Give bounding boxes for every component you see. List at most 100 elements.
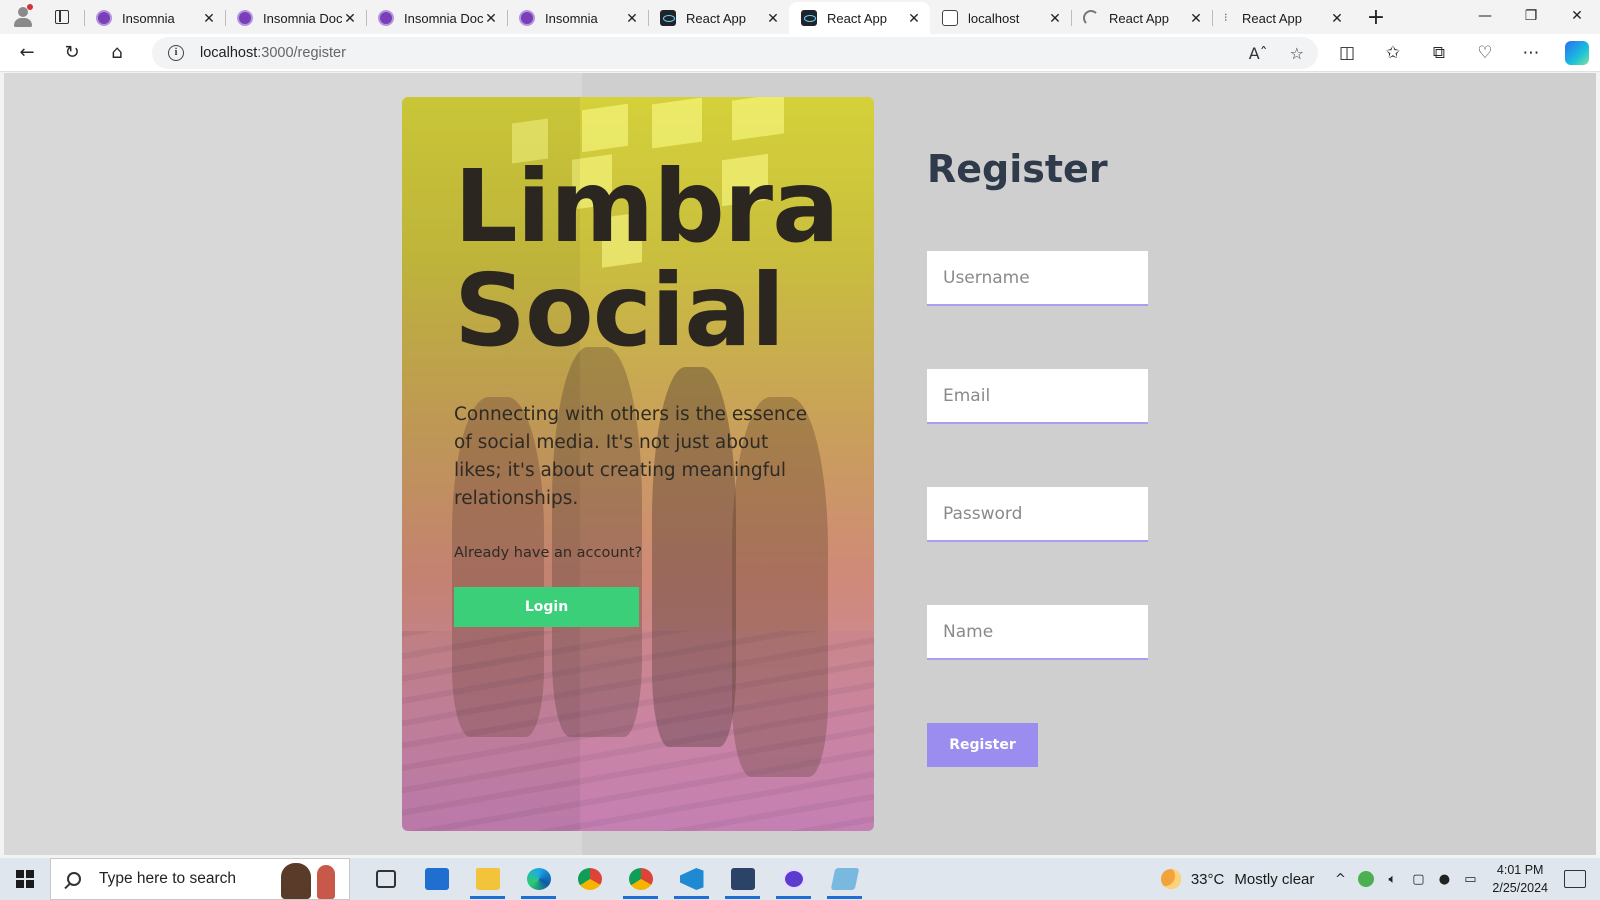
localhost-icon — [942, 10, 958, 26]
register-form: Register Username Email Password Name Re… — [927, 147, 1227, 767]
weather-condition: Mostly clear — [1234, 870, 1315, 888]
react-icon — [660, 10, 676, 26]
read-aloud-icon[interactable]: A͏ˆ — [1249, 44, 1268, 63]
chevron-up-icon[interactable]: ^ — [1332, 871, 1348, 887]
notepad-icon — [830, 868, 859, 890]
site-info-icon[interactable]: i — [168, 45, 184, 61]
search-highlight-image[interactable] — [281, 861, 341, 899]
tab-title: Insomnia — [545, 10, 598, 26]
windows-logo-icon — [16, 870, 34, 888]
taskbar-search-box[interactable]: Type here to search — [50, 858, 350, 900]
close-window-icon[interactable]: ✕ — [1554, 0, 1600, 32]
notifications-icon[interactable] — [1564, 870, 1586, 888]
tab-insomnia-2[interactable]: Insomnia ✕ — [507, 2, 648, 34]
address-bar[interactable]: i localhost:3000/register A͏ˆ ☆ — [152, 37, 1318, 69]
start-button[interactable] — [0, 858, 50, 900]
login-prompt: Already have an account? — [454, 545, 643, 561]
security-status-icon[interactable] — [1358, 871, 1375, 887]
close-tab-icon[interactable]: ✕ — [483, 10, 499, 27]
email-input[interactable]: Email — [927, 369, 1148, 424]
tab-title: localhost — [968, 10, 1020, 26]
favorite-star-icon[interactable]: ☆ — [1290, 44, 1304, 63]
more-menu-icon[interactable]: ⋯ — [1508, 34, 1554, 72]
url-text[interactable]: localhost:3000/register — [200, 45, 346, 61]
login-button[interactable]: Login — [454, 587, 639, 627]
edge-icon — [526, 868, 551, 890]
insomnia-app-button[interactable] — [768, 858, 819, 900]
vscode-button[interactable] — [666, 858, 717, 900]
terminal-icon — [730, 868, 755, 890]
meet-now-icon[interactable]: ▢ — [1410, 871, 1426, 887]
refresh-icon[interactable]: ↻ — [54, 38, 90, 68]
new-tab-icon[interactable]: + — [1361, 2, 1391, 32]
close-tab-icon[interactable]: ✕ — [624, 10, 640, 27]
mail-app-button[interactable] — [411, 858, 462, 900]
weather-moon-icon — [1160, 869, 1181, 889]
file-explorer-button[interactable] — [462, 858, 513, 900]
tab-insomnia-docs-2[interactable]: Insomnia Doc ✕ — [366, 2, 507, 34]
tab-insomnia-1[interactable]: Insomnia ✕ — [84, 2, 225, 34]
name-input[interactable]: Name — [927, 605, 1148, 660]
search-icon — [67, 872, 81, 886]
minimize-icon[interactable]: — — [1462, 0, 1508, 32]
tab-title: React App — [827, 10, 887, 26]
restore-icon[interactable]: ❐ — [1508, 0, 1554, 32]
clock-time: 4:01 PM — [1496, 863, 1544, 877]
hero-card: Limbra Social Connecting with others is … — [402, 97, 874, 831]
terminal-button[interactable] — [717, 858, 768, 900]
toolbar-right: ◫ ✩ ⧉ ♡ ⋯ — [1324, 34, 1600, 72]
tab-localhost[interactable]: localhost ✕ — [930, 2, 1071, 34]
notepad-button[interactable] — [819, 858, 870, 900]
chrome-profile-button[interactable] — [615, 858, 666, 900]
edge-button[interactable] — [513, 858, 564, 900]
hero-photo-detail — [582, 103, 628, 153]
register-button[interactable]: Register — [927, 723, 1038, 767]
chrome-button[interactable] — [564, 858, 615, 900]
task-view-button[interactable] — [360, 858, 411, 900]
tab-react-app-loading-2[interactable]: ⁝ React App ✕ — [1212, 2, 1353, 34]
tab-title: Insomnia — [122, 10, 175, 26]
username-input[interactable]: Username — [927, 251, 1148, 306]
task-view-icon — [375, 870, 396, 888]
collections-icon[interactable]: ⧉ — [1416, 34, 1462, 72]
taskbar-clock[interactable]: 4:01 PM 2/25/2024 — [1492, 861, 1548, 897]
close-tab-icon[interactable]: ✕ — [906, 10, 922, 27]
copilot-icon[interactable] — [1565, 41, 1589, 65]
close-tab-icon[interactable]: ✕ — [201, 10, 217, 27]
tab-strip: Insomnia ✕ Insomnia Doc ✕ Insomnia Doc ✕… — [0, 0, 1600, 34]
hero-title-line: Social — [454, 252, 785, 369]
favorites-icon[interactable]: ✩ — [1370, 34, 1416, 72]
profile-avatar-icon[interactable] — [8, 2, 38, 32]
close-tab-icon[interactable]: ✕ — [1188, 10, 1204, 27]
close-tab-icon[interactable]: ✕ — [342, 10, 358, 27]
close-tab-icon[interactable]: ✕ — [1329, 10, 1345, 27]
insomnia-icon — [519, 10, 535, 26]
page-viewport: Limbra Social Connecting with others is … — [4, 73, 1596, 855]
battery-icon[interactable]: ▭ — [1462, 871, 1478, 887]
home-icon[interactable]: ⌂ — [99, 38, 135, 68]
browser-essentials-icon[interactable]: ♡ — [1462, 34, 1508, 72]
tab-actions-menu-icon[interactable] — [48, 3, 76, 31]
close-tab-icon[interactable]: ✕ — [765, 10, 781, 27]
tab-react-app-loading[interactable]: React App ✕ — [1071, 2, 1212, 34]
insomnia-icon — [237, 10, 253, 26]
back-arrow-icon[interactable]: ← — [9, 38, 45, 68]
insomnia-icon — [378, 10, 394, 26]
hero-photo-detail — [652, 97, 702, 149]
window-controls: — ❐ ✕ — [1462, 0, 1600, 32]
mail-icon — [424, 868, 449, 890]
form-fields: Username Email Password Name — [927, 251, 1227, 660]
volume-icon[interactable]: 🔈︎ — [1384, 871, 1400, 887]
password-input[interactable]: Password — [927, 487, 1148, 542]
tab-react-app-active[interactable]: React App ✕ — [789, 2, 930, 34]
microphone-icon[interactable]: ● — [1436, 871, 1452, 887]
loading-icon — [1083, 10, 1099, 26]
close-tab-icon[interactable]: ✕ — [1047, 10, 1063, 27]
tab-insomnia-docs-1[interactable]: Insomnia Doc ✕ — [225, 2, 366, 34]
insomnia-icon — [781, 868, 806, 890]
chrome-icon — [628, 868, 653, 890]
split-screen-icon[interactable]: ◫ — [1324, 34, 1370, 72]
tab-react-app-1[interactable]: React App ✕ — [648, 2, 789, 34]
tab-title: Insomnia Doc — [404, 10, 483, 26]
weather-widget[interactable]: 33°C Mostly clear — [1160, 869, 1315, 889]
